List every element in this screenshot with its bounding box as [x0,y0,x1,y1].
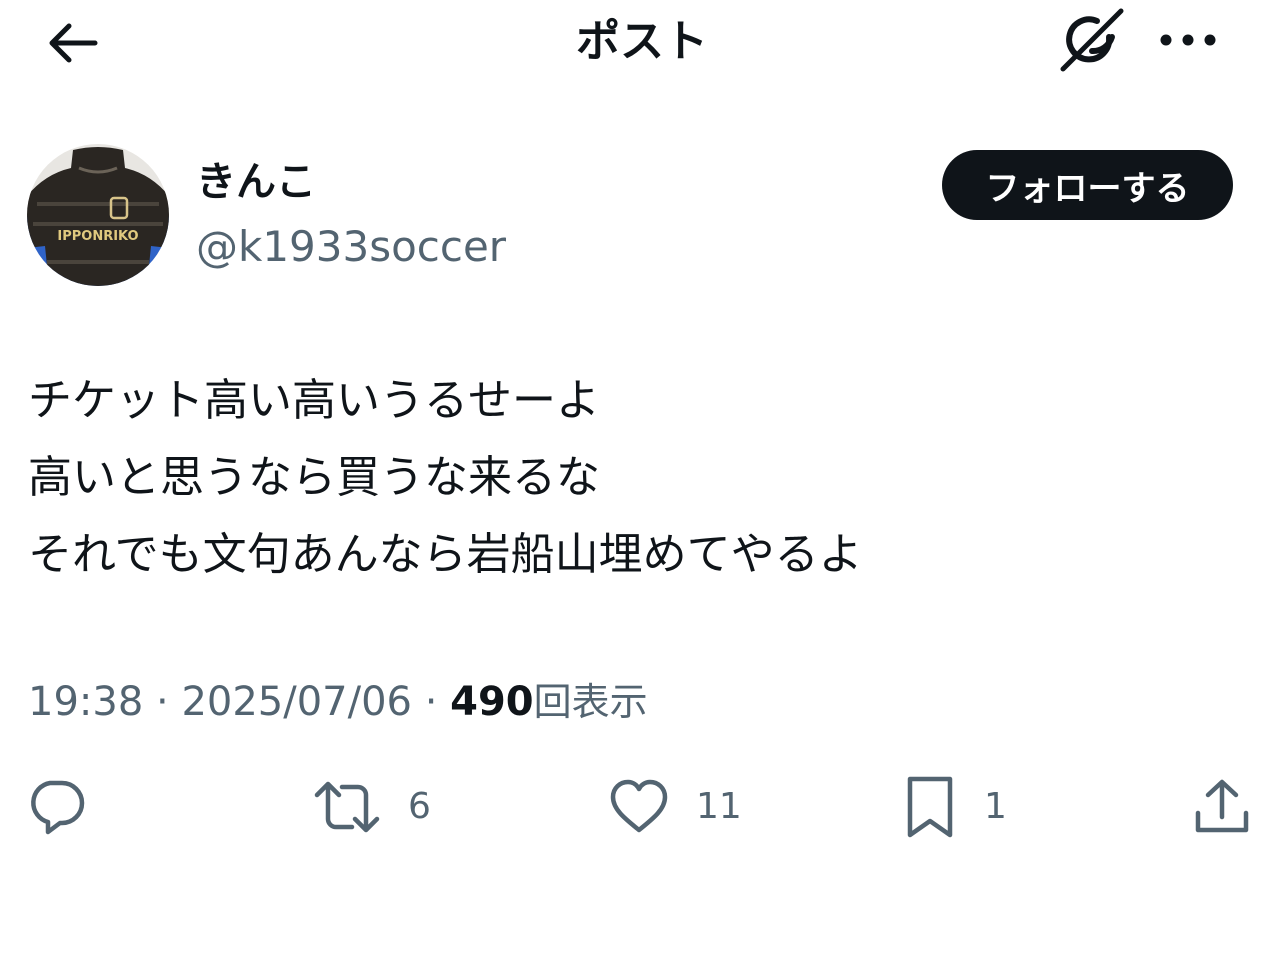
views-label: 回表示 [533,680,648,724]
reply-button[interactable] [26,774,86,840]
post-text-line: 高いと思うなら買うな来るな [28,452,600,503]
like-button[interactable]: 11 [608,774,742,840]
post-text-line: それでも文句あんなら岩船山埋めてやるよ [28,529,863,580]
repost-icon [314,781,380,833]
meta-separator: · [424,679,438,725]
repost-count: 6 [408,786,431,827]
bookmark-button[interactable]: 1 [902,774,1007,840]
grok-button[interactable] [1056,6,1128,76]
user-handle[interactable]: @k1933soccer [196,220,506,274]
more-horizontal-icon [1160,34,1216,46]
repost-button[interactable]: 6 [312,774,431,840]
avatar-shirt-text: IPPONRIKO [57,229,138,244]
bookmark-icon [907,776,953,838]
post-time[interactable]: 19:38 [28,679,143,725]
post-text-line: チケット高い高いうるせーよ [28,375,600,426]
views-count: 490 [450,679,534,725]
bookmark-count: 1 [984,786,1007,827]
post-date[interactable]: 2025/07/06 [181,679,412,725]
post-text: チケット高い高いうるせーよ 高いと思うなら買うな来るな それでも文句あんなら岩船… [28,362,1248,593]
follow-button[interactable]: フォローする [942,150,1233,220]
meta-separator: · [156,679,169,725]
back-button[interactable] [40,16,106,70]
arrow-left-icon [49,23,98,63]
avatar-image: IPPONRIKO [27,144,169,286]
heart-icon [610,779,668,833]
reply-icon [31,780,85,835]
top-bar: ポスト [0,0,1284,90]
share-button[interactable] [1192,774,1252,840]
display-name[interactable]: きんこ [196,156,316,208]
share-icon [1195,779,1249,833]
grok-icon [1060,8,1124,72]
avatar[interactable]: IPPONRIKO [27,144,169,286]
like-count: 11 [696,786,742,827]
post-meta: 19:38 · 2025/07/06 · 490回表示 [28,674,648,730]
more-button[interactable] [1156,20,1220,60]
